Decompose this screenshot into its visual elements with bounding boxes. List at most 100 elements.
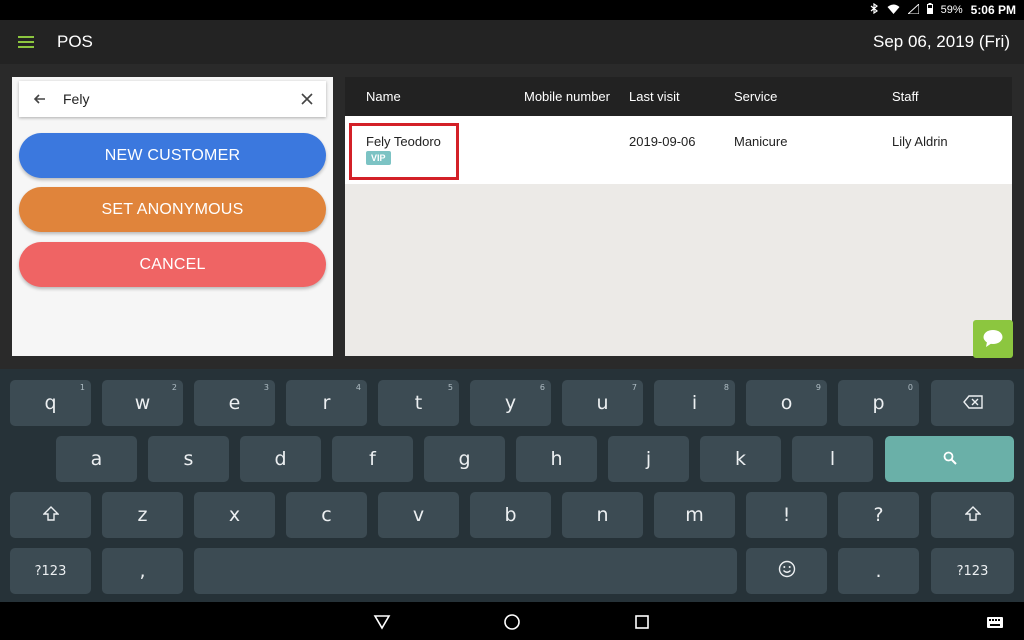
key-u[interactable]: u7 xyxy=(562,380,643,426)
key-label: x xyxy=(228,504,241,526)
status-bar: 59% 5:06 PM xyxy=(0,0,1024,20)
key-period[interactable]: . xyxy=(838,548,919,594)
key-label: v xyxy=(412,504,425,526)
key-b[interactable]: b xyxy=(470,492,551,538)
key-hint: 2 xyxy=(171,383,177,392)
system-navigation-bar xyxy=(0,602,1024,640)
key-label: m xyxy=(685,504,704,526)
key-v[interactable]: v xyxy=(378,492,459,538)
key-label: g xyxy=(458,448,471,470)
key-hint: 5 xyxy=(447,383,453,392)
key-s[interactable]: s xyxy=(148,436,229,482)
bluetooth-icon xyxy=(870,2,879,17)
back-triangle-icon[interactable] xyxy=(373,613,391,631)
key-label: h xyxy=(550,448,563,470)
key-hint: 9 xyxy=(815,383,821,392)
recents-square-icon[interactable] xyxy=(633,613,651,631)
home-circle-icon[interactable] xyxy=(503,613,521,631)
customer-staff: Lily Aldrin xyxy=(892,134,948,149)
key-label: q xyxy=(44,392,57,414)
column-header-last-visit: Last visit xyxy=(629,89,680,104)
key-a[interactable]: a xyxy=(56,436,137,482)
key-label: l xyxy=(829,448,836,470)
key-question[interactable]: ? xyxy=(838,492,919,538)
key-n[interactable]: n xyxy=(562,492,643,538)
key-d[interactable]: d xyxy=(240,436,321,482)
key-i[interactable]: i8 xyxy=(654,380,735,426)
key-t[interactable]: t5 xyxy=(378,380,459,426)
column-header-name: Name xyxy=(366,89,401,104)
key-c[interactable]: c xyxy=(286,492,367,538)
key-label: j xyxy=(645,448,652,470)
customer-last-visit: 2019-09-06 xyxy=(629,134,696,149)
key-label: s xyxy=(183,448,194,470)
key-label: z xyxy=(137,504,148,526)
column-header-mobile: Mobile number xyxy=(524,89,610,104)
back-arrow-icon[interactable] xyxy=(32,91,48,107)
symbols-key-left[interactable]: ?123 xyxy=(10,548,91,594)
key-label: u xyxy=(596,392,609,414)
menu-icon[interactable] xyxy=(18,36,34,48)
key-p[interactable]: p0 xyxy=(838,380,919,426)
shift-key-right[interactable] xyxy=(931,492,1014,538)
key-label: e xyxy=(228,392,241,414)
emoji-key[interactable] xyxy=(746,548,827,594)
key-j[interactable]: j xyxy=(608,436,689,482)
shift-key-left[interactable] xyxy=(10,492,91,538)
key-label: d xyxy=(274,448,287,470)
key-label: p xyxy=(872,392,885,414)
key-r[interactable]: r4 xyxy=(286,380,367,426)
key-e[interactable]: e3 xyxy=(194,380,275,426)
key-y[interactable]: y6 xyxy=(470,380,551,426)
key-hint: 0 xyxy=(907,383,913,392)
content-area: NEW CUSTOMER SET ANONYMOUS CANCEL Name M… xyxy=(0,64,1024,369)
new-customer-button[interactable]: NEW CUSTOMER xyxy=(19,133,326,178)
table-row[interactable]: Fely Teodoro VIP 2019-09-06 Manicure Lil… xyxy=(345,116,1012,184)
key-q[interactable]: q1 xyxy=(10,380,91,426)
on-screen-keyboard: q1 w2 e3 r4 t5 y6 u7 i8 o9 p0 a s d f g … xyxy=(0,369,1024,602)
key-label: k xyxy=(734,448,746,470)
key-label: c xyxy=(321,504,332,526)
highlight-box xyxy=(349,123,459,180)
customer-service: Manicure xyxy=(734,134,788,149)
customer-search-panel: NEW CUSTOMER SET ANONYMOUS CANCEL xyxy=(12,77,333,356)
key-label: ? xyxy=(873,504,884,526)
key-hint: 8 xyxy=(723,383,729,392)
battery-icon xyxy=(926,3,933,17)
symbols-key-right[interactable]: ?123 xyxy=(931,548,1014,594)
column-header-staff: Staff xyxy=(892,89,919,104)
spacebar[interactable] xyxy=(194,548,737,594)
key-label: r xyxy=(322,392,331,414)
key-w[interactable]: w2 xyxy=(102,380,183,426)
key-f[interactable]: f xyxy=(332,436,413,482)
cancel-button[interactable]: CANCEL xyxy=(19,242,326,287)
key-hint: 6 xyxy=(539,383,545,392)
key-m[interactable]: m xyxy=(654,492,735,538)
key-g[interactable]: g xyxy=(424,436,505,482)
set-anonymous-button[interactable]: SET ANONYMOUS xyxy=(19,187,326,232)
close-icon[interactable] xyxy=(300,92,314,106)
chat-button[interactable] xyxy=(973,320,1013,358)
key-label: w xyxy=(134,392,151,414)
search-key[interactable] xyxy=(885,436,1014,482)
clock: 5:06 PM xyxy=(970,3,1016,17)
shift-icon xyxy=(41,504,60,526)
backspace-icon xyxy=(962,392,983,414)
key-hint: 3 xyxy=(263,383,269,392)
key-h[interactable]: h xyxy=(516,436,597,482)
keyboard-icon[interactable] xyxy=(986,613,1004,631)
key-o[interactable]: o9 xyxy=(746,380,827,426)
key-x[interactable]: x xyxy=(194,492,275,538)
key-k[interactable]: k xyxy=(700,436,781,482)
key-label: b xyxy=(504,504,517,526)
key-exclamation[interactable]: ! xyxy=(746,492,827,538)
search-input[interactable] xyxy=(63,89,283,109)
key-l[interactable]: l xyxy=(792,436,873,482)
key-comma[interactable]: , xyxy=(102,548,183,594)
table-header: Name Mobile number Last visit Service St… xyxy=(345,77,1012,116)
key-label: t xyxy=(414,392,423,414)
key-z[interactable]: z xyxy=(102,492,183,538)
backspace-key[interactable] xyxy=(931,380,1014,426)
key-label: i xyxy=(691,392,698,414)
page-title: POS xyxy=(57,32,93,51)
